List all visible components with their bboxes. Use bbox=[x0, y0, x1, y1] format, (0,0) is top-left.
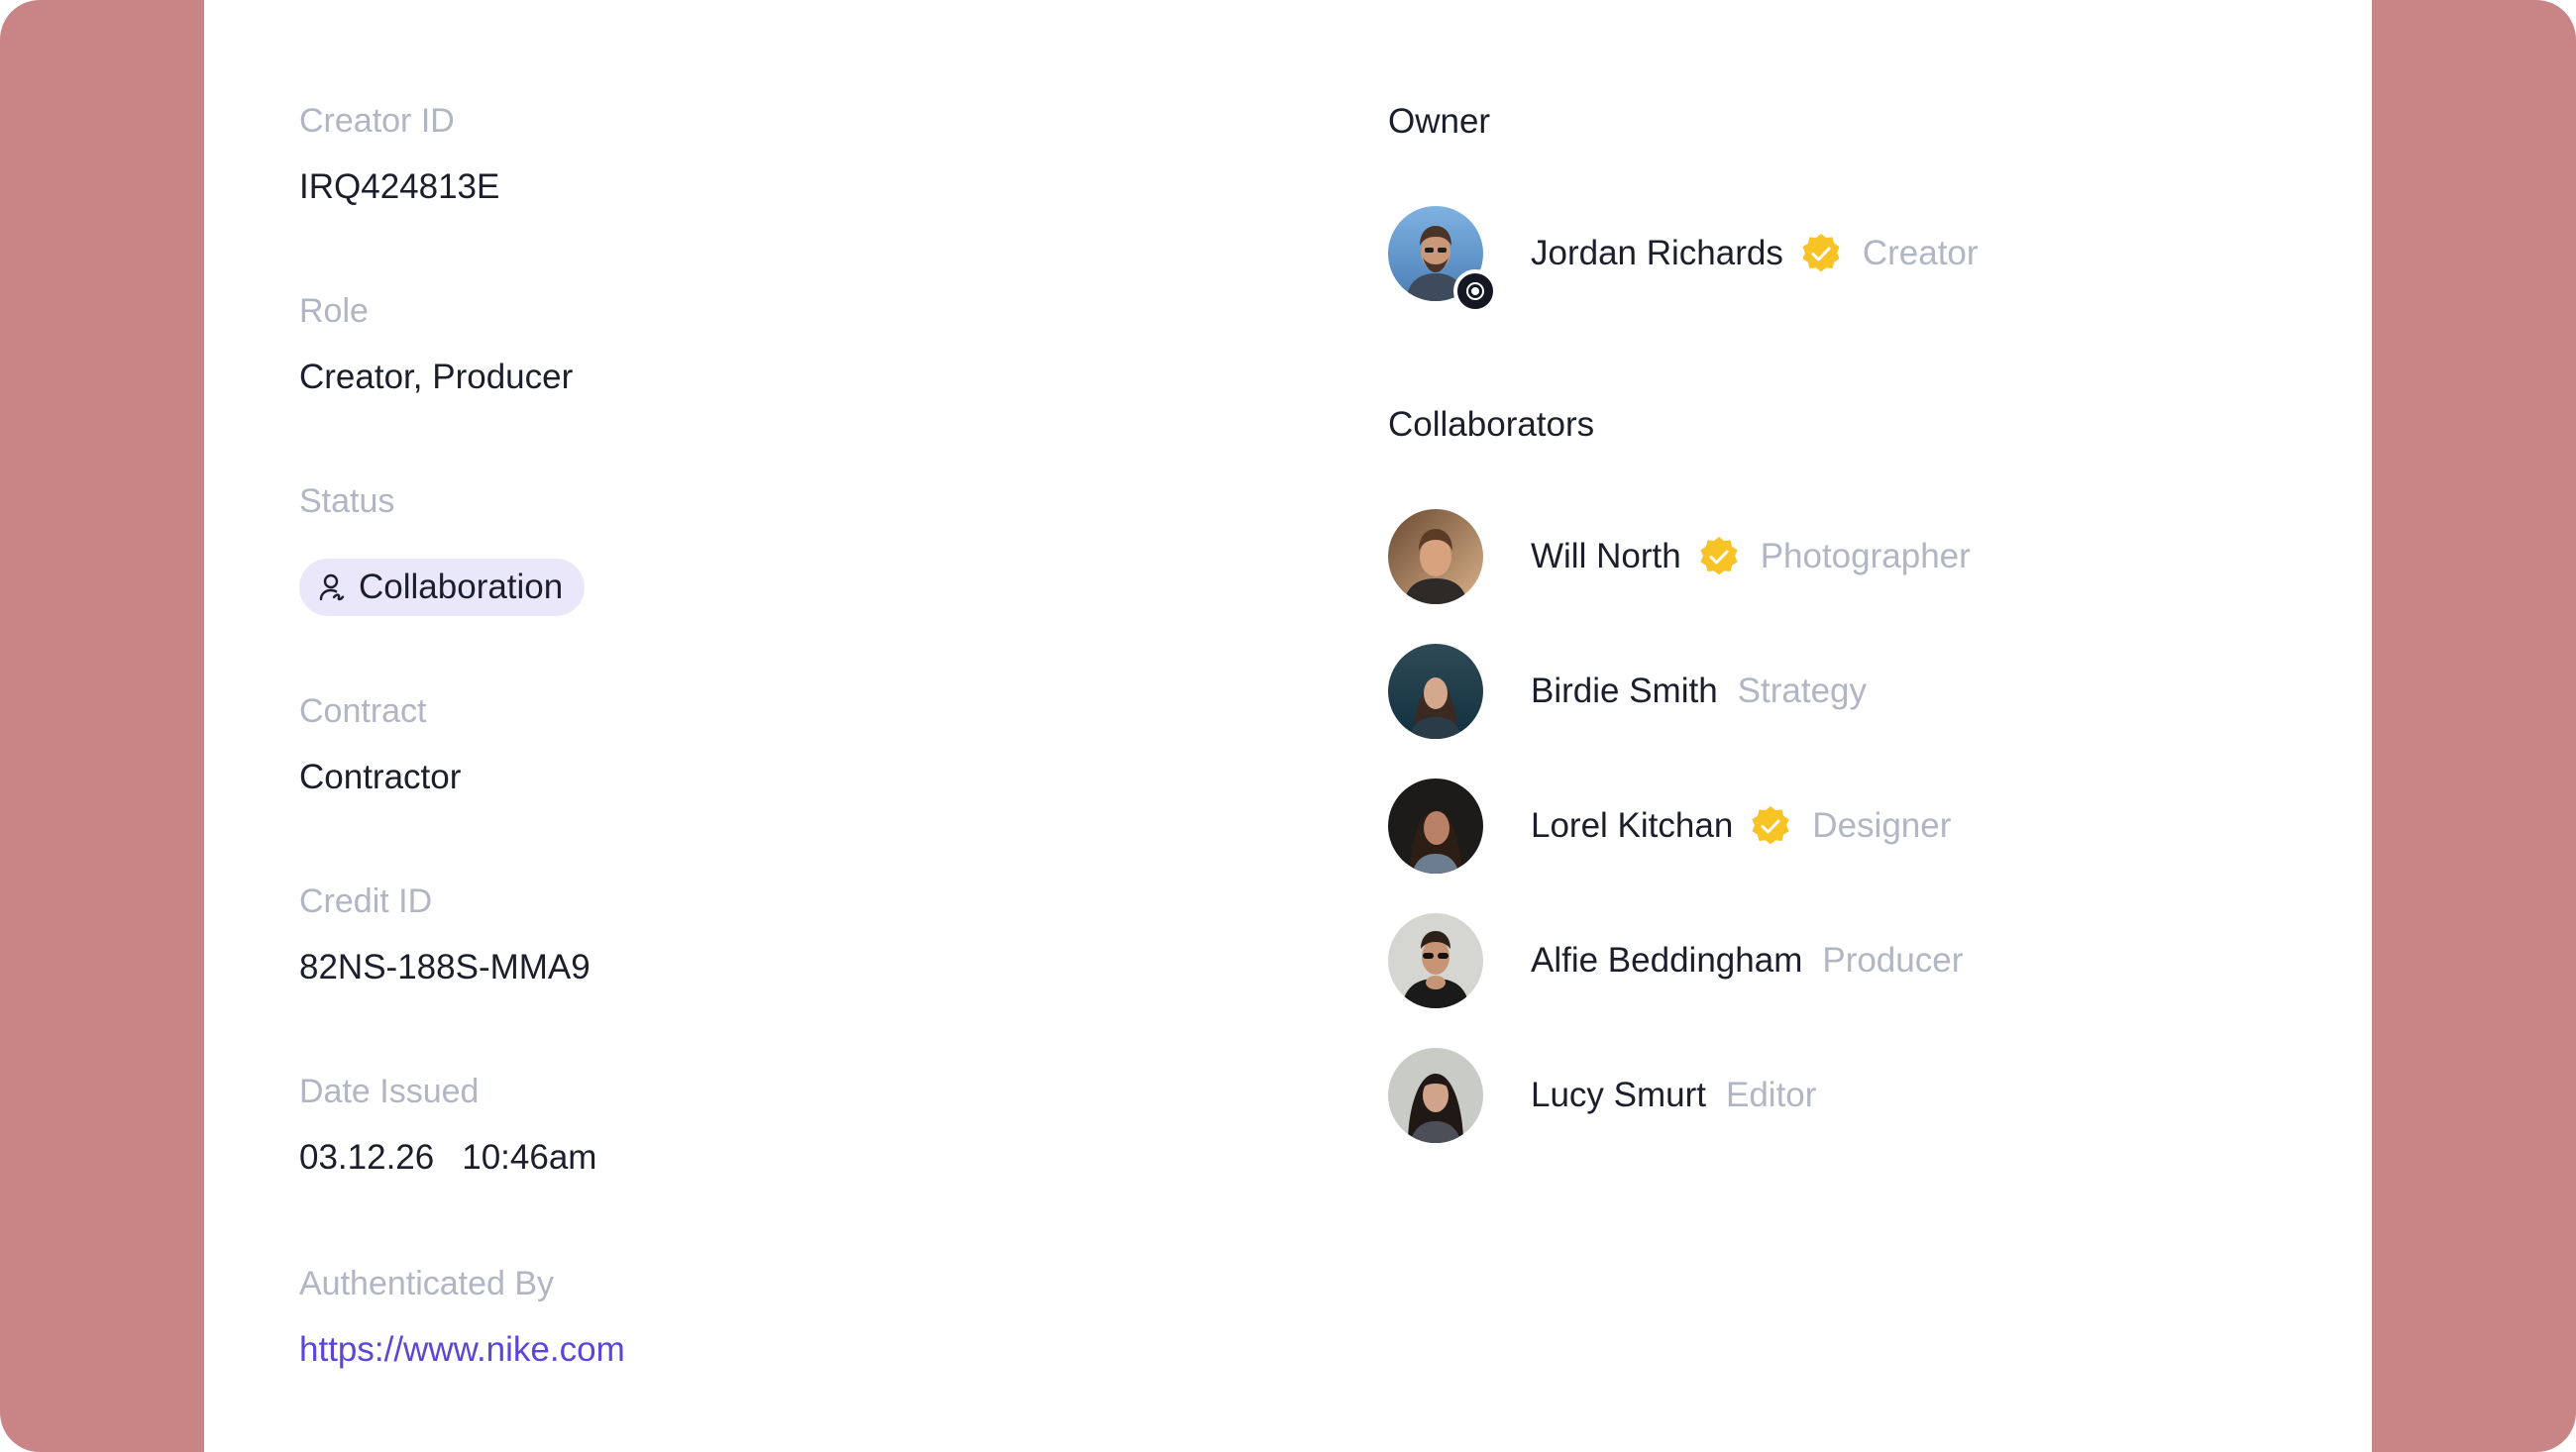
eye-icon[interactable] bbox=[1453, 269, 1497, 313]
collaborator-name[interactable]: Alfie Beddingham bbox=[1531, 940, 1802, 982]
avatar-photo bbox=[1388, 1048, 1483, 1143]
collaborator-row[interactable]: Lucy Smurt Editor bbox=[1388, 1048, 1816, 1143]
status-badge: Collaboration bbox=[299, 559, 586, 616]
owner-role: Creator bbox=[1862, 234, 1979, 272]
creator-id-label: Creator ID bbox=[299, 102, 455, 140]
status-value: Collaboration bbox=[359, 568, 564, 606]
page-frame: Creator ID IRQ424813E Role Creator, Prod… bbox=[0, 0, 2576, 1452]
collaborator-row[interactable]: Birdie Smith Strategy bbox=[1388, 644, 1867, 739]
authenticated-by-link[interactable]: https://www.nike.com bbox=[299, 1329, 625, 1371]
avatar[interactable] bbox=[1388, 778, 1483, 874]
avatar-photo bbox=[1388, 913, 1483, 1008]
avatar[interactable] bbox=[1388, 1048, 1483, 1143]
owner-heading: Owner bbox=[1388, 102, 1491, 141]
authenticated-by-label: Authenticated By bbox=[299, 1265, 555, 1302]
verified-badge-icon bbox=[1749, 804, 1792, 848]
collaborator-row[interactable]: Lorel Kitchan Designer bbox=[1388, 778, 1951, 874]
collaborator-name[interactable]: Lucy Smurt bbox=[1531, 1075, 1706, 1116]
contract-label: Contract bbox=[299, 692, 427, 730]
collaborators-heading: Collaborators bbox=[1388, 405, 1595, 444]
role-label: Role bbox=[299, 292, 369, 330]
owner-name[interactable]: Jordan Richards bbox=[1531, 233, 1783, 274]
creator-id-value: IRQ424813E bbox=[299, 167, 500, 206]
date-value: 03.12.26 bbox=[299, 1138, 435, 1177]
status-label: Status bbox=[299, 482, 395, 520]
verified-badge-icon bbox=[1697, 535, 1741, 578]
collaborator-role: Editor bbox=[1726, 1076, 1817, 1114]
collaborator-role: Designer bbox=[1812, 806, 1952, 845]
user-collab-icon bbox=[319, 572, 345, 602]
avatar-photo bbox=[1388, 644, 1483, 739]
collaborator-row[interactable]: Alfie Beddingham Producer bbox=[1388, 913, 1963, 1008]
verified-badge-icon bbox=[1799, 232, 1843, 275]
avatar[interactable] bbox=[1388, 206, 1497, 313]
role-value: Creator, Producer bbox=[299, 358, 574, 396]
credit-id-label: Credit ID bbox=[299, 882, 433, 920]
date-issued-value: 03.12.26 10:46am bbox=[299, 1137, 596, 1179]
avatar[interactable] bbox=[1388, 913, 1483, 1008]
collaborator-role: Photographer bbox=[1760, 537, 1971, 575]
avatar[interactable] bbox=[1388, 644, 1483, 739]
detail-card: Creator ID IRQ424813E Role Creator, Prod… bbox=[204, 0, 2372, 1452]
collaborator-name[interactable]: Will North bbox=[1531, 536, 1681, 577]
collaborator-role: Producer bbox=[1822, 941, 1964, 980]
collaborator-role: Strategy bbox=[1737, 672, 1868, 710]
collaborator-row[interactable]: Will North Photographer bbox=[1388, 509, 1971, 604]
avatar[interactable] bbox=[1388, 509, 1483, 604]
avatar-photo bbox=[1388, 509, 1483, 604]
credit-id-value: 82NS-188S-MMA9 bbox=[299, 948, 590, 986]
avatar-photo bbox=[1388, 778, 1483, 874]
collaborator-name[interactable]: Birdie Smith bbox=[1531, 671, 1718, 712]
collaborator-name[interactable]: Lorel Kitchan bbox=[1531, 805, 1733, 847]
time-value: 10:46am bbox=[462, 1138, 597, 1177]
contract-value: Contractor bbox=[299, 758, 462, 796]
owner-row[interactable]: Jordan Richards Creator bbox=[1388, 206, 1979, 313]
date-issued-label: Date Issued bbox=[299, 1073, 480, 1110]
